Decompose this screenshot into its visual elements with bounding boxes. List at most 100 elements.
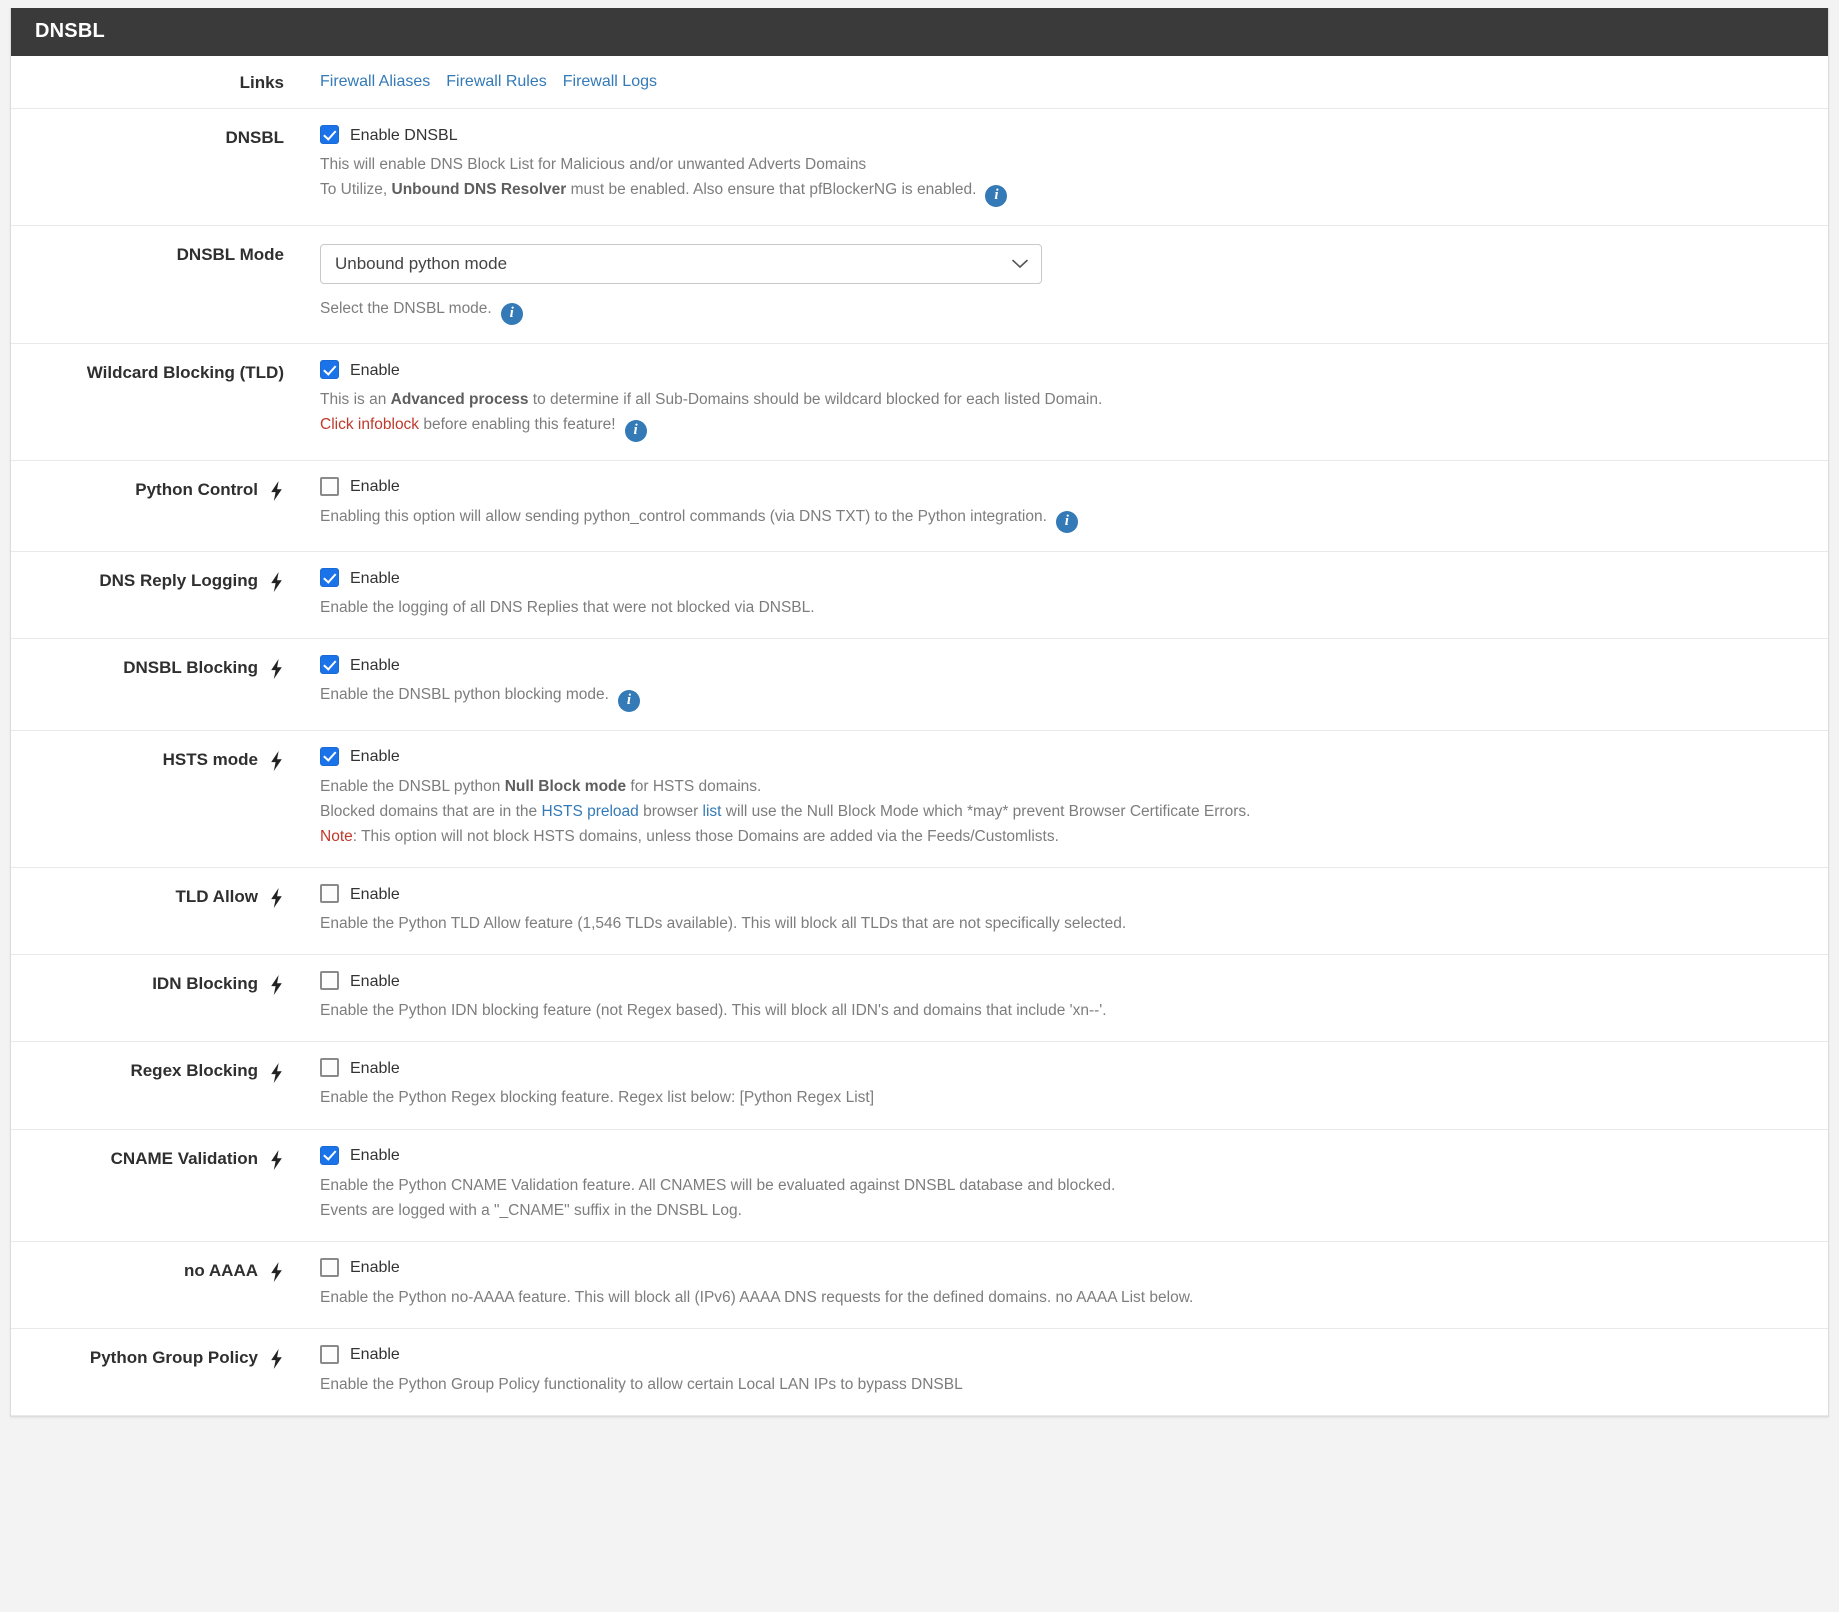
checkbox-dns-reply-logging-wrap[interactable]: Enable bbox=[320, 568, 1808, 588]
row-wildcard-blocking: Wildcard Blocking (TLD) Enable This is a… bbox=[11, 344, 1828, 461]
help-text-bold: Advanced process bbox=[390, 391, 529, 409]
label-text: DNSBL Mode bbox=[176, 244, 284, 264]
control-no-aaaa: Enable Enable the Python no-AAAA feature… bbox=[306, 1242, 1828, 1328]
link-hsts-preload[interactable]: HSTS preload bbox=[541, 803, 638, 820]
checkbox-python-control-wrap[interactable]: Enable bbox=[320, 476, 1808, 496]
help-note-label: Note bbox=[320, 828, 353, 846]
help-text: Select the DNSBL mode. bbox=[320, 299, 492, 317]
checkbox-dnsbl-wrap[interactable]: Enable DNSBL bbox=[320, 125, 1808, 145]
label-tld-allow: TLD Allow bbox=[11, 868, 306, 924]
row-dns-reply-logging: DNS Reply Logging Enable Enable the logg… bbox=[11, 552, 1828, 640]
checkbox-wildcard-wrap[interactable]: Enable bbox=[320, 360, 1808, 380]
checkbox-regex-blocking-enable[interactable] bbox=[320, 1058, 339, 1078]
help-line-2: Click infoblock before enabling this fea… bbox=[320, 412, 1808, 442]
label-text: TLD Allow bbox=[175, 887, 258, 907]
help-text-a: Enable the DNSBL python bbox=[320, 777, 505, 795]
lightning-bolt-icon bbox=[269, 572, 284, 593]
control-dnsbl-blocking: Enable Enable the DNSBL python blocking … bbox=[306, 639, 1828, 730]
help-text-bold: Null Block mode bbox=[504, 777, 627, 795]
checkbox-idn-blocking-enable[interactable] bbox=[320, 971, 339, 991]
help-text-red: Click infoblock bbox=[320, 416, 420, 434]
info-icon[interactable]: i bbox=[985, 184, 1008, 207]
info-icon[interactable]: i bbox=[624, 419, 647, 442]
checkbox-dnsbl-blocking-enable[interactable] bbox=[320, 655, 339, 675]
label-text: IDN Blocking bbox=[152, 974, 258, 994]
checkbox-dnsbl-blocking-label: Enable bbox=[350, 656, 400, 674]
row-python-control: Python Control Enable Enabling this opti… bbox=[11, 461, 1828, 553]
checkbox-no-aaaa-wrap[interactable]: Enable bbox=[320, 1257, 1808, 1277]
checkbox-dnsbl-blocking-wrap[interactable]: Enable bbox=[320, 655, 1808, 675]
checkbox-python-control-enable[interactable] bbox=[320, 476, 339, 496]
label-hsts-mode: HSTS mode bbox=[11, 731, 306, 787]
label-text: DNS Reply Logging bbox=[99, 571, 258, 591]
lightning-bolt-icon bbox=[269, 480, 284, 501]
help-text: Enable the DNSBL python blocking mode. bbox=[320, 686, 609, 704]
panel-body: Links Firewall Aliases Firewall Rules Fi… bbox=[11, 56, 1828, 1417]
help-dnsbl-blocking: Enable the DNSBL python blocking mode. i bbox=[320, 682, 1808, 712]
checkbox-python-group-policy-enable[interactable] bbox=[320, 1344, 339, 1364]
help-line-1: Enable the logging of all DNS Replies th… bbox=[320, 599, 815, 617]
help-text-a: Blocked domains that are in the bbox=[320, 803, 542, 821]
help-line-1: Enabling this option will allow sending … bbox=[320, 504, 1808, 534]
label-dnsbl: DNSBL bbox=[11, 109, 306, 165]
help-text-c: will use the Null Block Mode which *may*… bbox=[721, 803, 1251, 821]
checkbox-tld-allow-enable[interactable] bbox=[320, 884, 339, 904]
lightning-bolt-icon bbox=[269, 750, 284, 771]
help-line-1: Enable the Python Group Policy functiona… bbox=[320, 1375, 963, 1393]
info-icon[interactable]: i bbox=[617, 689, 640, 712]
checkbox-hsts-mode-enable[interactable] bbox=[320, 746, 339, 766]
checkbox-python-group-policy-wrap[interactable]: Enable bbox=[320, 1344, 1808, 1364]
label-dnsbl-blocking: DNSBL Blocking bbox=[11, 639, 306, 695]
label-dns-reply-logging: DNS Reply Logging bbox=[11, 552, 306, 608]
control-python-control: Enable Enabling this option will allow s… bbox=[306, 461, 1828, 552]
dnsbl-mode-select[interactable]: Unbound python mode bbox=[320, 243, 1042, 284]
checkbox-python-group-policy-label: Enable bbox=[350, 1346, 400, 1364]
checkbox-hsts-mode-wrap[interactable]: Enable bbox=[320, 746, 1808, 766]
label-text: Regex Blocking bbox=[130, 1061, 258, 1081]
help-line-2: Events are logged with a "_CNAME" suffix… bbox=[320, 1201, 742, 1219]
help-line-1: Enable the Python IDN blocking feature (… bbox=[320, 1002, 1107, 1020]
control-dnsbl-mode: Unbound python mode Select the DNSBL mod… bbox=[306, 226, 1828, 344]
help-line-1: This will enable DNS Block List for Mali… bbox=[320, 156, 867, 174]
help-line-2: To Utilize, Unbound DNS Resolver must be… bbox=[320, 177, 1808, 207]
control-dns-reply-logging: Enable Enable the logging of all DNS Rep… bbox=[306, 552, 1828, 638]
row-dnsbl-mode: DNSBL Mode Unbound python mode Select th… bbox=[11, 226, 1828, 345]
info-icon[interactable]: i bbox=[500, 303, 523, 326]
checkbox-enable-dnsbl[interactable] bbox=[320, 125, 339, 145]
link-browser-list[interactable]: list bbox=[703, 803, 722, 820]
lightning-bolt-icon bbox=[269, 1348, 284, 1369]
info-icon[interactable]: i bbox=[1055, 511, 1078, 534]
row-dnsbl-blocking: DNSBL Blocking Enable Enable the DNSBL p… bbox=[11, 639, 1828, 731]
link-firewall-logs[interactable]: Firewall Logs bbox=[563, 73, 657, 91]
lightning-bolt-icon bbox=[269, 1062, 284, 1083]
help-line-1: Enable the Python Regex blocking feature… bbox=[320, 1089, 875, 1107]
help-line-1: Select the DNSBL mode. i bbox=[320, 296, 1808, 326]
checkbox-cname-validation-enable[interactable] bbox=[320, 1145, 339, 1165]
row-tld-allow: TLD Allow Enable Enable the Python TLD A… bbox=[11, 868, 1828, 956]
help-text-c: must be enabled. Also ensure that pfBloc… bbox=[566, 181, 977, 199]
checkbox-tld-allow-wrap[interactable]: Enable bbox=[320, 884, 1808, 904]
checkbox-cname-validation-wrap[interactable]: Enable bbox=[320, 1145, 1808, 1165]
help-line-2: Blocked domains that are in the HSTS pre… bbox=[320, 799, 1808, 824]
label-text: Python Group Policy bbox=[89, 1347, 258, 1367]
checkbox-idn-blocking-wrap[interactable]: Enable bbox=[320, 971, 1808, 991]
checkbox-python-control-label: Enable bbox=[350, 478, 400, 496]
checkbox-dns-reply-logging-enable[interactable] bbox=[320, 568, 339, 588]
link-firewall-aliases[interactable]: Firewall Aliases bbox=[320, 73, 430, 91]
help-line-1: Enable the Python TLD Allow feature (1,5… bbox=[320, 915, 1127, 933]
panel-title: DNSBL bbox=[11, 8, 1828, 56]
checkbox-idn-blocking-label: Enable bbox=[350, 972, 400, 990]
help-note-text: : This option will not block HSTS domain… bbox=[352, 828, 1059, 846]
checkbox-wildcard-enable[interactable] bbox=[320, 360, 339, 380]
label-text: CNAME Validation bbox=[110, 1148, 258, 1168]
control-dnsbl: Enable DNSBL This will enable DNS Block … bbox=[306, 109, 1828, 225]
links-container: Firewall Aliases Firewall Rules Firewall… bbox=[306, 56, 1828, 105]
help-no-aaaa: Enable the Python no-AAAA feature. This … bbox=[320, 1285, 1808, 1310]
lightning-bolt-icon bbox=[269, 1149, 284, 1170]
label-regex-blocking: Regex Blocking bbox=[11, 1042, 306, 1098]
lightning-bolt-icon bbox=[269, 888, 284, 909]
checkbox-regex-blocking-wrap[interactable]: Enable bbox=[320, 1058, 1808, 1078]
label-python-control: Python Control bbox=[11, 461, 306, 517]
checkbox-no-aaaa-enable[interactable] bbox=[320, 1257, 339, 1277]
link-firewall-rules[interactable]: Firewall Rules bbox=[446, 73, 546, 91]
